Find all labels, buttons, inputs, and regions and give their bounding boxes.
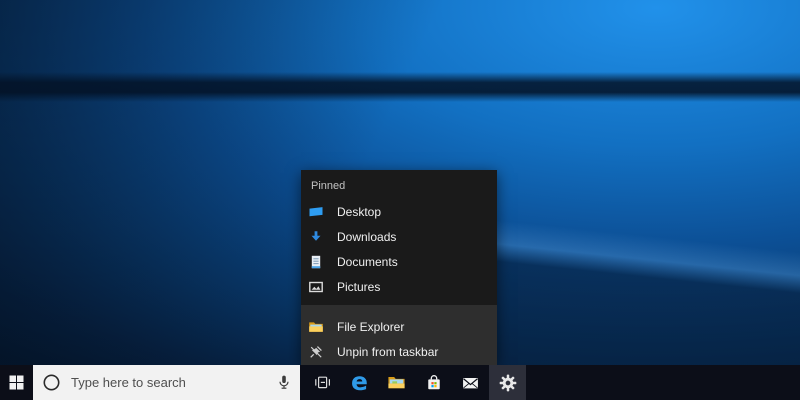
unpin-icon	[308, 344, 324, 360]
jumplist-item-label: Unpin from taskbar	[337, 345, 438, 359]
taskbar-mail-button[interactable]	[452, 365, 489, 400]
microphone-icon[interactable]	[276, 374, 292, 391]
jumplist-item-documents[interactable]: Documents	[301, 249, 497, 274]
start-button[interactable]	[0, 365, 33, 400]
taskbar-edge-button[interactable]: e	[341, 365, 378, 400]
search-input[interactable]	[69, 374, 276, 391]
task-view-button[interactable]	[304, 365, 341, 400]
taskbar: e	[0, 365, 800, 400]
taskbar-buttons: e	[304, 365, 526, 400]
jumplist-section-header: Pinned	[301, 178, 497, 194]
pictures-icon	[308, 279, 324, 295]
jumplist-item-pictures[interactable]: Pictures	[301, 274, 497, 299]
taskbar-settings-button[interactable]	[489, 365, 526, 400]
mail-envelope-icon	[461, 374, 480, 392]
wallpaper-dark-band	[0, 72, 800, 102]
cortana-circle-icon	[43, 374, 60, 391]
jumplist-item-file-explorer[interactable]: File Explorer	[301, 314, 497, 339]
taskbar-store-button[interactable]	[415, 365, 452, 400]
jumplist-item-unpin[interactable]: Unpin from taskbar	[301, 339, 497, 364]
documents-icon	[308, 254, 324, 270]
desktop-icon	[308, 204, 324, 220]
jumplist-item-label: Downloads	[337, 230, 396, 244]
jumplist-item-label: Pictures	[337, 280, 380, 294]
task-view-icon	[314, 374, 331, 391]
jumplist-pinned-section: Pinned Desktop Downloads	[301, 170, 497, 305]
store-bag-icon	[425, 374, 443, 392]
jumplist-item-label: Desktop	[337, 205, 381, 219]
edge-icon: e	[351, 369, 368, 394]
jumplist-item-downloads[interactable]: Downloads	[301, 224, 497, 249]
folder-icon	[387, 373, 406, 392]
jumplist-item-label: Documents	[337, 255, 398, 269]
downloads-icon	[308, 229, 324, 245]
file-explorer-jumplist: Pinned Desktop Downloads	[301, 170, 497, 365]
taskbar-file-explorer-button[interactable]	[378, 365, 415, 400]
jumplist-item-desktop[interactable]: Desktop	[301, 199, 497, 224]
taskbar-search[interactable]	[33, 365, 300, 400]
jumplist-tasks-section: File Explorer Unpin from taskbar	[301, 305, 497, 365]
jumplist-item-label: File Explorer	[337, 320, 404, 334]
file-explorer-icon	[308, 319, 324, 335]
desktop[interactable]: Pinned Desktop Downloads	[0, 0, 800, 400]
windows-logo-icon	[9, 375, 24, 390]
gear-icon	[499, 374, 517, 392]
